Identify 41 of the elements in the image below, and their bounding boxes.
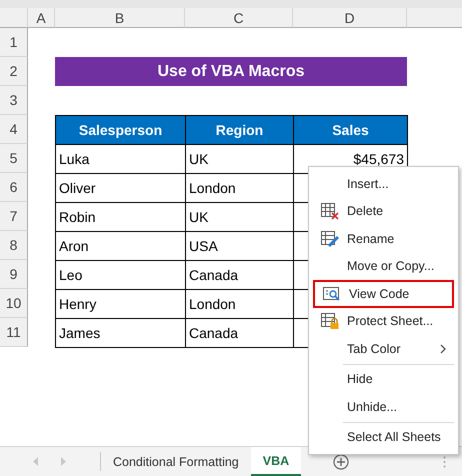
add-sheet-icon[interactable]	[333, 454, 350, 470]
more-options-icon[interactable]	[443, 456, 446, 468]
column-heading: Region	[185, 115, 294, 145]
menu-item[interactable]: Delete	[313, 198, 454, 225]
column-heading: Sales	[293, 115, 408, 145]
rename-sheet-icon	[320, 230, 340, 248]
column-header[interactable]: B	[55, 8, 185, 28]
column-header[interactable]: C	[185, 8, 293, 28]
sheet-tab[interactable]: Conditional Formatting	[101, 447, 251, 476]
menu-item[interactable]: Move or Copy...	[313, 252, 454, 280]
menu-item[interactable]: Tab Color	[313, 335, 454, 362]
menu-item[interactable]: Rename	[313, 225, 454, 252]
row-header[interactable]: 5	[0, 144, 28, 173]
menu-item[interactable]: View Code	[313, 280, 454, 308]
row-header[interactable]: 11	[0, 318, 28, 347]
row-header[interactable]: 6	[0, 173, 28, 202]
row-header[interactable]: 2	[0, 57, 28, 86]
select-all-corner[interactable]	[0, 8, 28, 28]
row-header[interactable]: 3	[0, 86, 28, 115]
row-header[interactable]: 8	[0, 231, 28, 260]
menu-item[interactable]: Protect Sheet...	[313, 308, 454, 335]
row-header[interactable]: 9	[0, 260, 28, 289]
chevron-right-icon	[440, 344, 446, 354]
column-header[interactable]: D	[293, 8, 407, 28]
sheet-tab[interactable]: VBA	[250, 447, 302, 476]
row-header[interactable]: 4	[0, 115, 28, 144]
menu-item[interactable]: Unhide...	[313, 393, 454, 420]
menu-item[interactable]: Hide	[313, 366, 454, 393]
column-header[interactable]: A	[28, 8, 55, 28]
table-cell: James	[55, 318, 186, 348]
row-header[interactable]: 10	[0, 289, 28, 318]
menu-item[interactable]: Select All Sheets	[313, 424, 454, 451]
row-header[interactable]: 1	[0, 28, 28, 57]
sheet-title: Use of VBA Macros	[55, 57, 407, 86]
protect-sheet-icon	[320, 312, 340, 330]
scroll-right-icon[interactable]	[61, 457, 67, 466]
column-heading: Salesperson	[55, 115, 186, 145]
view-code-icon	[322, 284, 342, 303]
scroll-left-icon[interactable]	[33, 457, 39, 466]
delete-sheet-icon	[320, 202, 340, 220]
row-header[interactable]: 7	[0, 202, 28, 231]
